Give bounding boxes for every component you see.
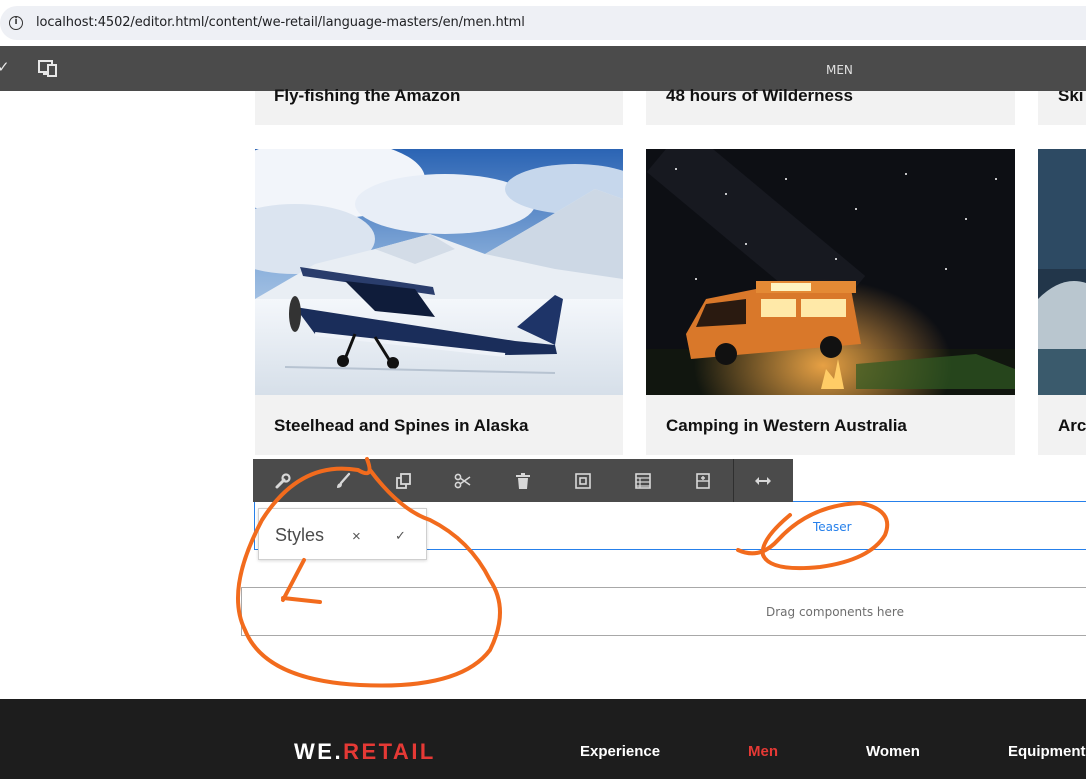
card-image-van[interactable]	[646, 149, 1015, 395]
drop-zone[interactable]	[241, 587, 1086, 636]
ocean-wave-image	[1038, 149, 1086, 395]
url-text[interactable]: localhost:4502/editor.html/content/we-re…	[36, 15, 525, 30]
teaser-label: Teaser	[813, 520, 852, 534]
trash-icon	[516, 472, 530, 489]
nav-item-experience[interactable]: Experience	[580, 743, 660, 760]
card-caption[interactable]: Arc	[1038, 395, 1086, 455]
camper-van-night-image	[646, 149, 1015, 395]
edit-mode-icon[interactable]: ✓	[0, 58, 10, 76]
drop-zone-label: Drag components here	[766, 605, 904, 619]
group-icon	[575, 472, 591, 489]
resize-button[interactable]	[733, 459, 793, 502]
nav-item-women[interactable]: Women	[866, 743, 920, 760]
card-caption[interactable]: 48 hours of Wilderness	[646, 86, 1015, 125]
cut-button[interactable]	[433, 459, 493, 502]
delete-button[interactable]	[493, 459, 553, 502]
close-icon[interactable]: ×	[352, 528, 361, 545]
wrench-icon	[275, 472, 291, 488]
copy-icon	[396, 472, 411, 489]
styles-label: Styles	[275, 525, 325, 545]
card-caption[interactable]: Ski	[1038, 91, 1086, 125]
logo-retail: RETAIL	[343, 739, 436, 764]
card-title: Fly-fishing the Amazon	[274, 86, 461, 105]
styles-button[interactable]	[313, 459, 373, 502]
nav-item-equipment[interactable]: Equipment	[1008, 743, 1086, 760]
card-caption[interactable]: Steelhead and Spines in Alaska	[255, 395, 623, 455]
card-caption[interactable]: Camping in Western Australia	[646, 395, 1015, 455]
card-title: Ski	[1058, 91, 1084, 105]
card-image-wave[interactable]	[1038, 149, 1086, 395]
layout-icon	[635, 472, 651, 489]
scissors-icon	[454, 473, 471, 488]
plane-on-glacier-image	[255, 149, 623, 395]
check-icon[interactable]: ✓	[395, 528, 406, 544]
component-toolbar	[253, 459, 793, 502]
copy-button[interactable]	[373, 459, 433, 502]
editor-toolbar: ✓ MEN	[0, 46, 1086, 91]
layout-button[interactable]	[613, 459, 673, 502]
site-footer: WE.RETAIL Experience Men Women Equipment	[0, 699, 1086, 779]
site-info-icon[interactable]: i	[9, 16, 23, 30]
browser-address-bar: i localhost:4502/editor.html/content/we-…	[0, 0, 1086, 46]
page: i localhost:4502/editor.html/content/we-…	[0, 0, 1086, 779]
we-retail-logo[interactable]: WE.RETAIL	[294, 739, 436, 765]
insert-button[interactable]	[673, 459, 733, 502]
paintbrush-icon	[337, 472, 351, 488]
url-field[interactable]: i localhost:4502/editor.html/content/we-…	[0, 6, 1086, 40]
group-button[interactable]	[553, 459, 613, 502]
resize-horizontal-icon	[755, 476, 771, 485]
logo-we: WE.	[294, 739, 344, 764]
card-title: Arc	[1058, 416, 1086, 435]
emulator-icon[interactable]	[38, 59, 58, 77]
card-title: Camping in Western Australia	[666, 416, 907, 435]
insert-icon	[696, 472, 710, 489]
card-title: Steelhead and Spines in Alaska	[274, 416, 529, 435]
card-title: 48 hours of Wilderness	[666, 86, 853, 105]
configure-button[interactable]	[253, 459, 313, 502]
card-image-plane[interactable]	[255, 149, 623, 395]
page-title: MEN	[826, 63, 853, 77]
styles-popover: Styles × ✓	[258, 508, 427, 560]
card-caption[interactable]: Fly-fishing the Amazon	[255, 86, 623, 125]
nav-item-men[interactable]: Men	[748, 743, 778, 760]
